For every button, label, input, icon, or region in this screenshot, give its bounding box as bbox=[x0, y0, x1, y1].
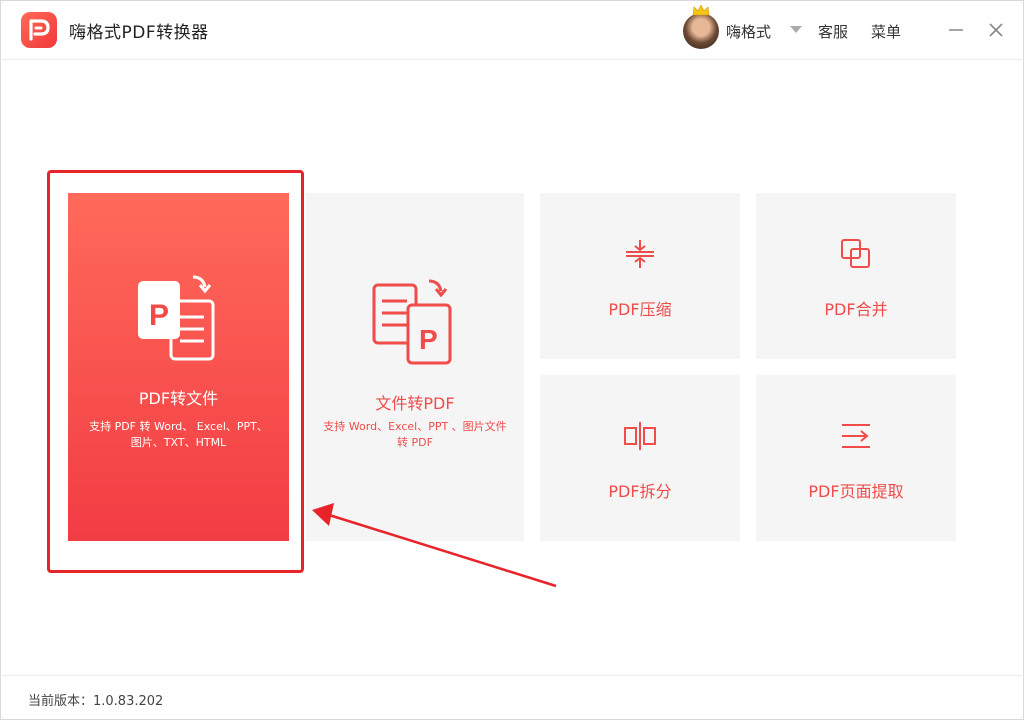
version-label: 当前版本：1.0.83.202 bbox=[28, 694, 164, 709]
annotation-arrow bbox=[312, 503, 557, 588]
footer: 当前版本：1.0.83.202 bbox=[0, 675, 1024, 720]
